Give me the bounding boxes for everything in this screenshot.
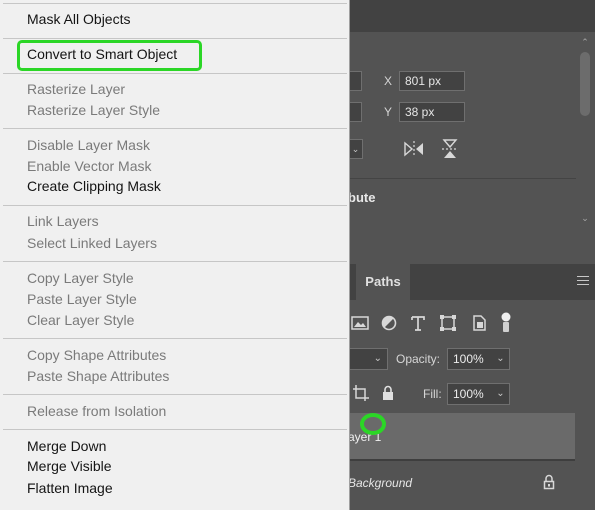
menu-item-enable-vector-mask[interactable]: Enable Vector Mask: [27, 156, 152, 176]
fill-label: Fill:: [423, 387, 442, 401]
menu-item-merge-visible[interactable]: Merge Visible: [27, 456, 112, 476]
menu-item-clear-layer-style[interactable]: Clear Layer Style: [27, 310, 134, 330]
section-heading: bute: [348, 190, 376, 205]
menu-item-copy-layer-style[interactable]: Copy Layer Style: [27, 268, 134, 288]
menu-separator: [3, 338, 347, 339]
menu-item-mask-all-objects[interactable]: Mask All Objects: [27, 9, 130, 29]
menu-item-merge-down[interactable]: Merge Down: [27, 436, 106, 456]
highlight-box: [17, 40, 202, 71]
flip-vertical-icon[interactable]: [439, 138, 461, 160]
smart-object-filter-icon[interactable]: [468, 312, 490, 334]
width-field-partial[interactable]: [348, 71, 362, 91]
image-filter-icon[interactable]: [349, 312, 371, 334]
lock-icon: [543, 474, 555, 490]
shape-filter-icon[interactable]: [437, 312, 459, 334]
layer-context-menu: Mask All Objects Convert to Smart Object…: [0, 0, 350, 510]
fill-field[interactable]: 100%: [447, 383, 493, 405]
type-filter-icon[interactable]: [407, 312, 429, 334]
properties-scrollbar[interactable]: ⌃ ⌄: [577, 36, 593, 226]
blend-mode-dropdown[interactable]: ⌄: [348, 348, 388, 370]
menu-item-select-linked-layers[interactable]: Select Linked Layers: [27, 233, 157, 253]
x-label: X: [384, 74, 393, 88]
menu-item-create-clipping-mask[interactable]: Create Clipping Mask: [27, 176, 161, 196]
scroll-thumb[interactable]: [580, 52, 590, 116]
highlight-circle: [360, 413, 386, 435]
filter-toggle-icon[interactable]: [500, 312, 512, 334]
panel-menu-icon[interactable]: [577, 276, 589, 286]
lock-artboard-icon[interactable]: [350, 382, 372, 404]
y-label: Y: [384, 105, 393, 119]
menu-separator: [3, 3, 347, 4]
menu-item-paste-shape-attributes[interactable]: Paste Shape Attributes: [27, 366, 169, 386]
fill-dropdown[interactable]: ⌄: [492, 383, 510, 405]
x-position-field[interactable]: 801 px: [399, 71, 465, 91]
menu-separator: [3, 205, 347, 206]
menu-separator: [3, 73, 347, 74]
y-position-field[interactable]: 38 px: [399, 102, 465, 122]
menu-item-release-from-isolation[interactable]: Release from Isolation: [27, 401, 166, 421]
menu-item-flatten-image[interactable]: Flatten Image: [27, 478, 113, 498]
lock-all-icon[interactable]: [381, 385, 395, 401]
menu-item-paste-layer-style[interactable]: Paste Layer Style: [27, 289, 137, 309]
opacity-dropdown[interactable]: ⌄: [492, 348, 510, 370]
menu-separator: [3, 429, 347, 430]
menu-separator: [3, 394, 347, 395]
menu-separator: [3, 261, 347, 262]
tab-paths[interactable]: Paths: [356, 264, 410, 300]
menu-item-copy-shape-attributes[interactable]: Copy Shape Attributes: [27, 345, 166, 365]
opacity-label: Opacity:: [396, 352, 441, 366]
menu-item-rasterize-layer[interactable]: Rasterize Layer: [27, 79, 125, 99]
menu-separator: [3, 38, 347, 39]
properties-panel: [348, 32, 595, 264]
layer-name: Background: [348, 476, 413, 490]
height-field-partial[interactable]: [348, 102, 362, 122]
document-tab-strip: [348, 0, 595, 32]
menu-item-disable-layer-mask[interactable]: Disable Layer Mask: [27, 135, 150, 155]
scroll-up-icon[interactable]: ⌃: [577, 36, 593, 48]
flip-horizontal-icon[interactable]: [403, 138, 425, 160]
menu-item-rasterize-layer-style[interactable]: Rasterize Layer Style: [27, 100, 160, 120]
properties-divider: [348, 178, 576, 179]
menu-separator: [3, 128, 347, 129]
menu-item-link-layers[interactable]: Link Layers: [27, 211, 99, 231]
scroll-down-icon[interactable]: ⌄: [577, 212, 593, 224]
chevron-down-icon[interactable]: ⌄: [348, 139, 363, 159]
opacity-field[interactable]: 100%: [447, 348, 493, 370]
adjustment-filter-icon[interactable]: [378, 312, 400, 334]
